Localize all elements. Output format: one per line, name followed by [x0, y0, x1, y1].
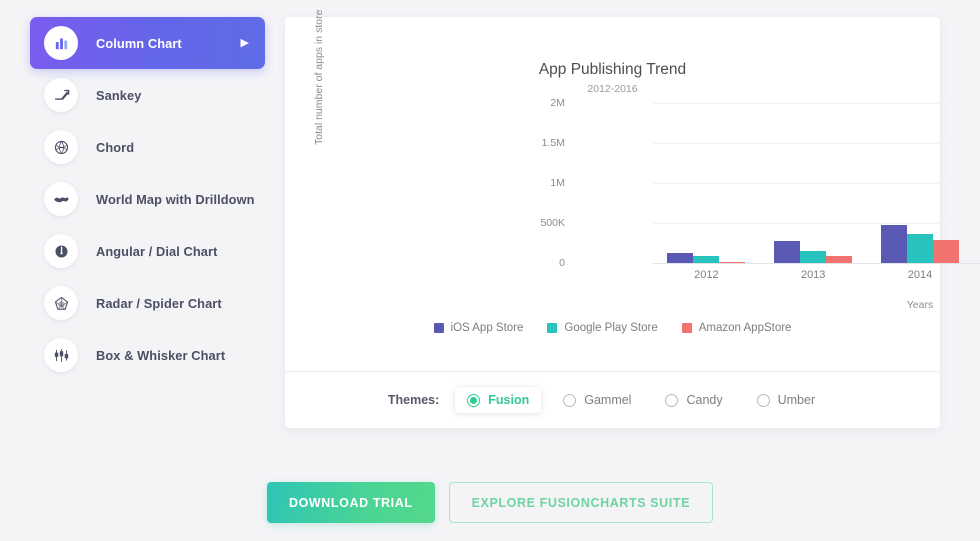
x-axis-tick-label: 2014: [907, 269, 933, 281]
box-whisker-icon: [44, 338, 78, 372]
bar-groups: [653, 103, 980, 263]
bar-group: [973, 103, 980, 263]
legend-label: Amazon AppStore: [698, 322, 792, 334]
sidebar-item-radar-spider-chart[interactable]: Radar / Spider Chart: [30, 277, 265, 329]
download-trial-button[interactable]: DOWNLOAD TRIAL: [266, 482, 435, 523]
chart-subtitle: 2012-2016: [587, 83, 638, 95]
legend-item[interactable]: iOS App Store: [433, 322, 524, 334]
sidebar-item-sankey[interactable]: Sankey: [30, 69, 265, 121]
legend-label: iOS App Store: [450, 322, 524, 334]
chart-area: App Publishing Trend 2012-2016 Total num…: [285, 10, 980, 371]
sidebar-item-label: Sankey: [96, 87, 142, 103]
sidebar-item-label: Angular / Dial Chart: [96, 243, 218, 259]
x-axis-tick-label: 2013: [800, 269, 826, 281]
sidebar-item-label: Column Chart: [96, 35, 182, 51]
chart-title: App Publishing Trend: [538, 61, 687, 78]
chord-icon: [44, 130, 78, 164]
radio-icon[interactable]: [665, 393, 679, 407]
bar[interactable]: [774, 240, 801, 263]
sidebar-item-angular-dial-chart[interactable]: Angular / Dial Chart: [30, 225, 265, 277]
legend-swatch: [433, 323, 444, 333]
y-axis-tick-label: 0: [559, 257, 565, 269]
gauge-icon: [44, 234, 78, 268]
x-axis-line: [653, 263, 980, 264]
sidebar-item-chord[interactable]: Chord: [30, 121, 265, 173]
themes-label: Themes:: [387, 393, 440, 407]
sidebar-item-label: World Map with Drilldown: [96, 191, 255, 207]
bar[interactable]: [880, 224, 907, 263]
bar-group: [760, 103, 867, 263]
bar[interactable]: [800, 251, 827, 263]
bar[interactable]: [693, 255, 720, 263]
bar-group: [867, 103, 974, 263]
theme-options: Fusion Gammel Candy Umber: [455, 387, 837, 413]
legend-item[interactable]: Google Play Store: [547, 322, 658, 334]
theme-option-label: Gammel: [584, 393, 632, 407]
explore-suite-button[interactable]: EXPLORE FUSIONCHARTS SUITE: [448, 482, 714, 523]
radio-dot: [470, 396, 478, 404]
legend-label: Google Play Store: [564, 322, 658, 334]
column-chart-icon: [44, 26, 78, 60]
radio-icon[interactable]: [756, 393, 770, 407]
sidebar-item-box-whisker-chart[interactable]: Box & Whisker Chart: [30, 329, 265, 381]
plot-region: 20122013201420152016 Years: [653, 103, 980, 311]
radar-icon: [44, 286, 78, 320]
theme-option-gammel[interactable]: Gammel: [551, 387, 643, 413]
theme-option-label: Candy: [686, 393, 723, 407]
themes-row: Themes: Fusion Gammel Candy Umber: [285, 372, 940, 428]
bar-group: [653, 103, 760, 263]
y-axis-tick-label: 1.5M: [541, 137, 565, 149]
chevron-right-icon: ▶: [240, 36, 249, 49]
y-axis-tick-label: 1M: [550, 177, 565, 189]
sankey-icon: [44, 78, 78, 112]
theme-option-umber[interactable]: Umber: [745, 387, 828, 413]
radio-icon[interactable]: [563, 393, 577, 407]
legend-swatch: [547, 323, 558, 333]
legend-item[interactable]: Amazon AppStore: [681, 322, 792, 334]
page-root: Column Chart ▶ Sankey Chord World Map with D…: [0, 0, 980, 541]
chart-legend: iOS App Store Google Play Store Amazon App…: [285, 322, 940, 334]
radio-icon[interactable]: [467, 393, 481, 407]
bar[interactable]: [826, 256, 853, 263]
x-axis-title: Years: [906, 299, 934, 311]
bar[interactable]: [719, 261, 746, 263]
sidebar-item-label: Radar / Spider Chart: [96, 295, 222, 311]
sidebar-item-column-chart[interactable]: Column Chart ▶: [30, 17, 265, 69]
theme-option-candy[interactable]: Candy: [653, 387, 734, 413]
theme-option-label: Fusion: [488, 393, 530, 407]
bar[interactable]: [932, 239, 959, 263]
chart-card: App Publishing Trend 2012-2016 Total num…: [285, 10, 980, 428]
sidebar-item-label: Chord: [96, 139, 135, 155]
bar[interactable]: [906, 233, 933, 263]
bar[interactable]: [667, 252, 694, 263]
y-axis-title: Total number of apps in store: [313, 9, 325, 145]
legend-swatch: [681, 323, 692, 333]
y-axis-tick-label: 500K: [540, 217, 565, 229]
theme-option-label: Umber: [777, 393, 816, 407]
x-axis-tick-label: 2012: [694, 269, 719, 281]
world-map-icon: [44, 182, 78, 216]
sidebar: Column Chart ▶ Sankey Chord World Map with D…: [30, 17, 265, 381]
footer-actions: DOWNLOAD TRIAL EXPLORE FUSIONCHARTS SUIT…: [0, 482, 980, 523]
sidebar-item-label: Box & Whisker Chart: [96, 347, 226, 363]
y-axis-tick-label: 2M: [550, 97, 565, 109]
sidebar-item-world-map-with-drilldown[interactable]: World Map with Drilldown: [30, 173, 265, 225]
theme-option-fusion[interactable]: Fusion: [455, 387, 542, 413]
